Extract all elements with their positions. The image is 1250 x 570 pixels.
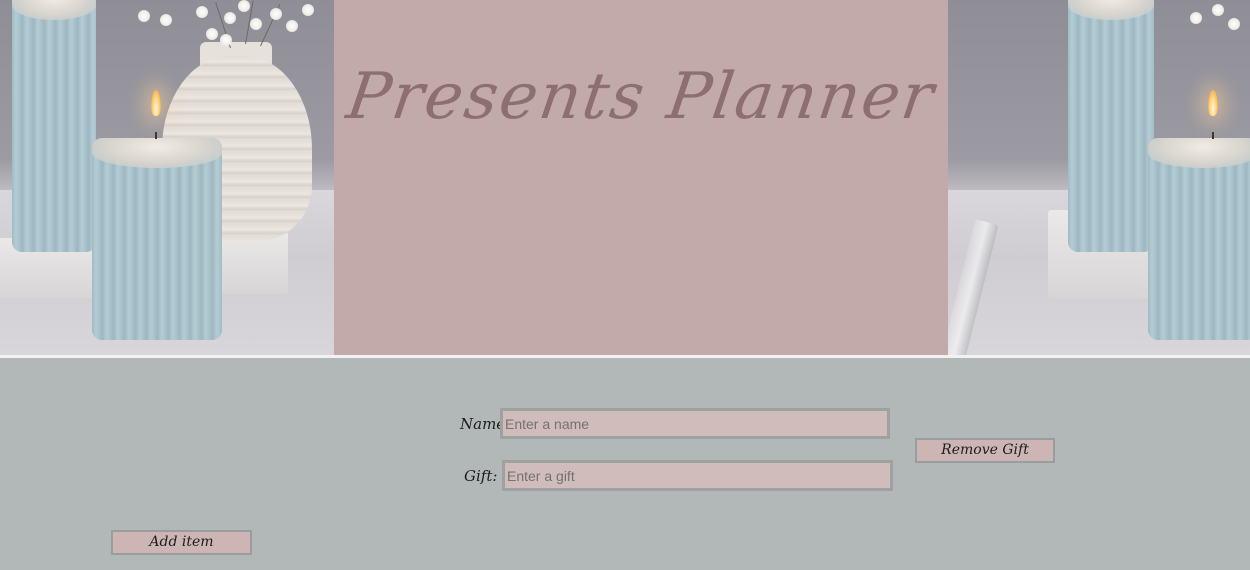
hero-photo-right <box>948 0 1250 355</box>
candle-wick <box>155 132 157 139</box>
hero-divider <box>0 355 1250 358</box>
short-candle <box>1148 138 1250 340</box>
gift-label: Gift: <box>464 467 498 485</box>
name-input[interactable] <box>500 408 890 439</box>
remove-gift-button[interactable]: Remove Gift <box>915 438 1055 463</box>
candle-wick <box>1212 132 1214 139</box>
hero-photo-left <box>0 0 334 355</box>
candle-flame <box>1208 90 1218 116</box>
title-panel: Presents Planner <box>334 0 948 355</box>
short-candle <box>92 138 222 340</box>
hero-banner: Presents Planner <box>0 0 1250 355</box>
gift-input[interactable] <box>502 460 893 491</box>
candle-flame <box>151 90 161 116</box>
tall-candle <box>1068 0 1154 252</box>
tall-candle <box>12 0 96 252</box>
page-title: Presents Planner <box>342 60 940 134</box>
add-item-button[interactable]: Add item <box>111 530 252 555</box>
